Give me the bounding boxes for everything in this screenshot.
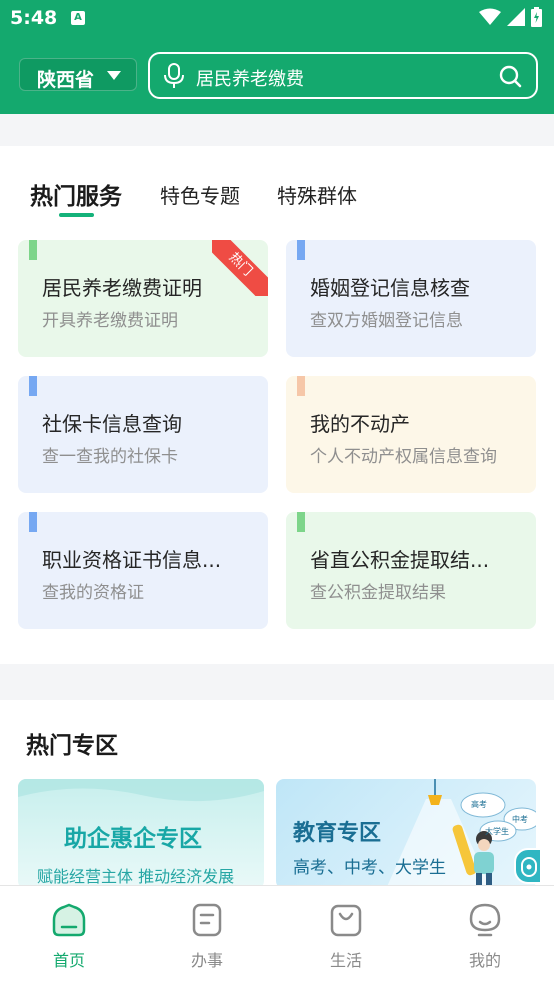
search-icon[interactable]	[498, 64, 522, 88]
banner-subtitle: 高考、中考、大学生	[293, 858, 446, 878]
tab-featured-topics[interactable]: 特色专题	[160, 180, 240, 209]
banner-title: 助企惠企专区	[64, 826, 202, 852]
caret-down-icon	[107, 71, 121, 80]
service-title: 职业资格证书信息...	[42, 548, 222, 572]
service-subtitle: 查一查我的社保卡	[42, 447, 178, 467]
province-label: 陕西省	[37, 69, 95, 91]
service-card-housing-fund[interactable]: 省直公积金提取结... 查公积金提取结果	[286, 512, 536, 629]
education-tag: 高考	[471, 800, 487, 809]
assistant-icon	[521, 857, 537, 877]
enterprise-support-banner[interactable]: 助企惠企专区 赋能经营主体 推动经济发展	[18, 779, 264, 885]
wifi-icon	[479, 8, 501, 25]
nav-label: 办事	[190, 951, 223, 970]
nav-services[interactable]: 办事	[138, 886, 276, 984]
service-subtitle: 查我的资格证	[42, 583, 144, 603]
user-icon	[469, 903, 501, 937]
floating-assistant-button[interactable]	[514, 848, 542, 884]
search-input[interactable]: 居民养老缴费	[196, 65, 304, 91]
education-tag: 大学生	[485, 827, 509, 836]
service-title: 省直公积金提取结...	[310, 548, 490, 572]
nav-label: 生活	[329, 951, 362, 970]
nav-profile[interactable]: 我的	[416, 886, 554, 984]
service-subtitle: 查双方婚姻登记信息	[310, 311, 463, 331]
education-banner[interactable]: 高考 中考 大学生 教育专区 高考、中考、大学生	[276, 779, 536, 885]
shopping-bag-icon	[330, 904, 362, 937]
tab-special-groups[interactable]: 特殊群体	[277, 180, 357, 209]
service-subtitle: 查公积金提取结果	[310, 583, 446, 603]
banner-subtitle: 赋能经营主体 推动经济发展	[37, 867, 235, 885]
hot-badge-label: 热门	[212, 240, 268, 296]
bookmark-icon	[29, 240, 37, 260]
hot-badge: 热门	[212, 240, 268, 296]
hot-zone-panel: 热门专区 助企惠企专区 赋能经营主体 推动经济发展 高考 中考 大学生 教育专区…	[0, 700, 554, 885]
education-tag: 中考	[512, 815, 528, 824]
banner-title: 教育专区	[293, 821, 382, 846]
microphone-icon[interactable]	[162, 63, 186, 89]
nav-label: 我的	[468, 951, 501, 970]
service-title: 我的不动产	[310, 412, 410, 436]
nav-life[interactable]: 生活	[277, 886, 415, 984]
status-bar: 5:48 A	[0, 0, 554, 36]
hot-services-panel: 热门服务 特色专题 特殊群体 居民养老缴费证明 开具养老缴费证明 热门 婚姻登记…	[0, 146, 554, 664]
service-subtitle: 个人不动产权属信息查询	[310, 447, 497, 467]
status-icons	[479, 7, 542, 27]
service-card-marriage-check[interactable]: 婚姻登记信息核查 查双方婚姻登记信息	[286, 240, 536, 357]
service-card-pension-proof[interactable]: 居民养老缴费证明 开具养老缴费证明 热门	[18, 240, 268, 357]
battery-icon	[531, 7, 542, 27]
status-time: 5:48	[10, 7, 58, 29]
service-title: 婚姻登记信息核查	[310, 276, 470, 300]
nav-home[interactable]: 首页	[0, 886, 138, 984]
hot-zone-title: 热门专区	[26, 733, 118, 759]
bookmark-icon	[297, 240, 305, 260]
wave-decoration	[18, 779, 264, 802]
service-card-social-card[interactable]: 社保卡信息查询 查一查我的社保卡	[18, 376, 268, 493]
bottom-navigation: 首页 办事 生活 我的	[0, 885, 554, 984]
notification-icon: A	[71, 11, 85, 25]
province-selector[interactable]: 陕西省	[19, 58, 137, 91]
service-title: 居民养老缴费证明	[42, 276, 202, 300]
service-subtitle: 开具养老缴费证明	[42, 311, 178, 331]
nav-label: 首页	[52, 951, 85, 970]
bookmark-icon	[29, 512, 37, 532]
signal-icon	[507, 8, 525, 26]
tab-indicator	[59, 213, 94, 217]
bookmark-icon	[297, 376, 305, 396]
service-card-qualification[interactable]: 职业资格证书信息... 查我的资格证	[18, 512, 268, 629]
document-icon	[192, 903, 222, 937]
service-card-real-estate[interactable]: 我的不动产 个人不动产权属信息查询	[286, 376, 536, 493]
service-title: 社保卡信息查询	[42, 412, 182, 436]
home-icon	[52, 903, 86, 937]
bookmark-icon	[297, 512, 305, 532]
bookmark-icon	[29, 376, 37, 396]
search-bar[interactable]: 居民养老缴费	[148, 52, 538, 99]
app-header: 5:48 A 陕西省 居民养老缴费	[0, 0, 554, 114]
tab-hot-services[interactable]: 热门服务	[30, 177, 122, 211]
